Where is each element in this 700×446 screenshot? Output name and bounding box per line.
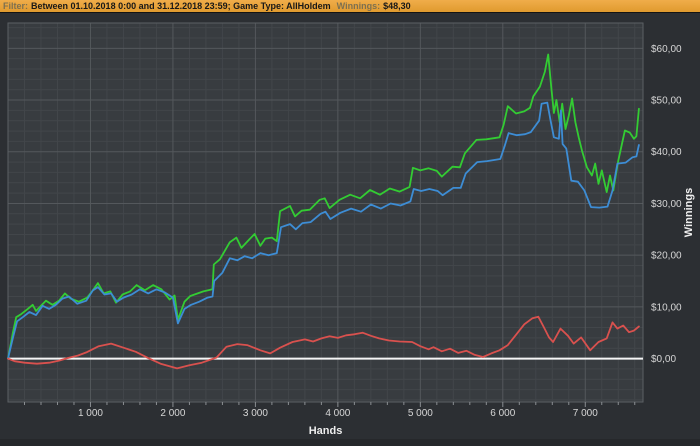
y-tick-label: $20,00 [651, 251, 682, 262]
winnings-chart[interactable]: 1 000 2 000 3 000 4 000 5 000 6 000 7 000 $0,00… [0, 0, 700, 446]
x-tick-label: 7 000 [573, 408, 598, 419]
winnings-value: $48,30 [383, 0, 411, 11]
x-tick-label: 4 000 [325, 408, 350, 419]
x-tick-label: 3 000 [243, 408, 268, 419]
y-tick-label: $10,00 [651, 302, 682, 313]
x-tick-label: 1 000 [78, 408, 103, 419]
x-tick-label: 5 000 [408, 408, 433, 419]
y-axis-title: Winnings [683, 188, 695, 237]
x-tick-label: 6 000 [490, 408, 515, 419]
filter-status-bar[interactable]: Filter: Between 01.10.2018 0:00 and 31.1… [0, 0, 700, 13]
x-tick-label: 2 000 [160, 408, 185, 419]
x-axis-title: Hands [309, 425, 343, 437]
filter-value: Between 01.10.2018 0:00 and 31.12.2018 2… [31, 0, 331, 11]
poker-tracker-graph-window: { "header": { "filter_label": "Filter:",… [0, 0, 700, 446]
y-tick-label: $40,00 [651, 147, 682, 158]
winnings-label: Winnings: [336, 0, 381, 11]
y-tick-label: $60,00 [651, 44, 682, 55]
window-bottom-edge [0, 439, 700, 446]
filter-label: Filter: [3, 0, 29, 11]
y-tick-label: $30,00 [651, 199, 682, 210]
y-tick-label: $0,00 [651, 354, 676, 365]
winnings-graph-panel: 1 000 2 000 3 000 4 000 5 000 6 000 7 000 $0,00… [0, 0, 700, 446]
y-tick-label: $50,00 [651, 96, 682, 107]
